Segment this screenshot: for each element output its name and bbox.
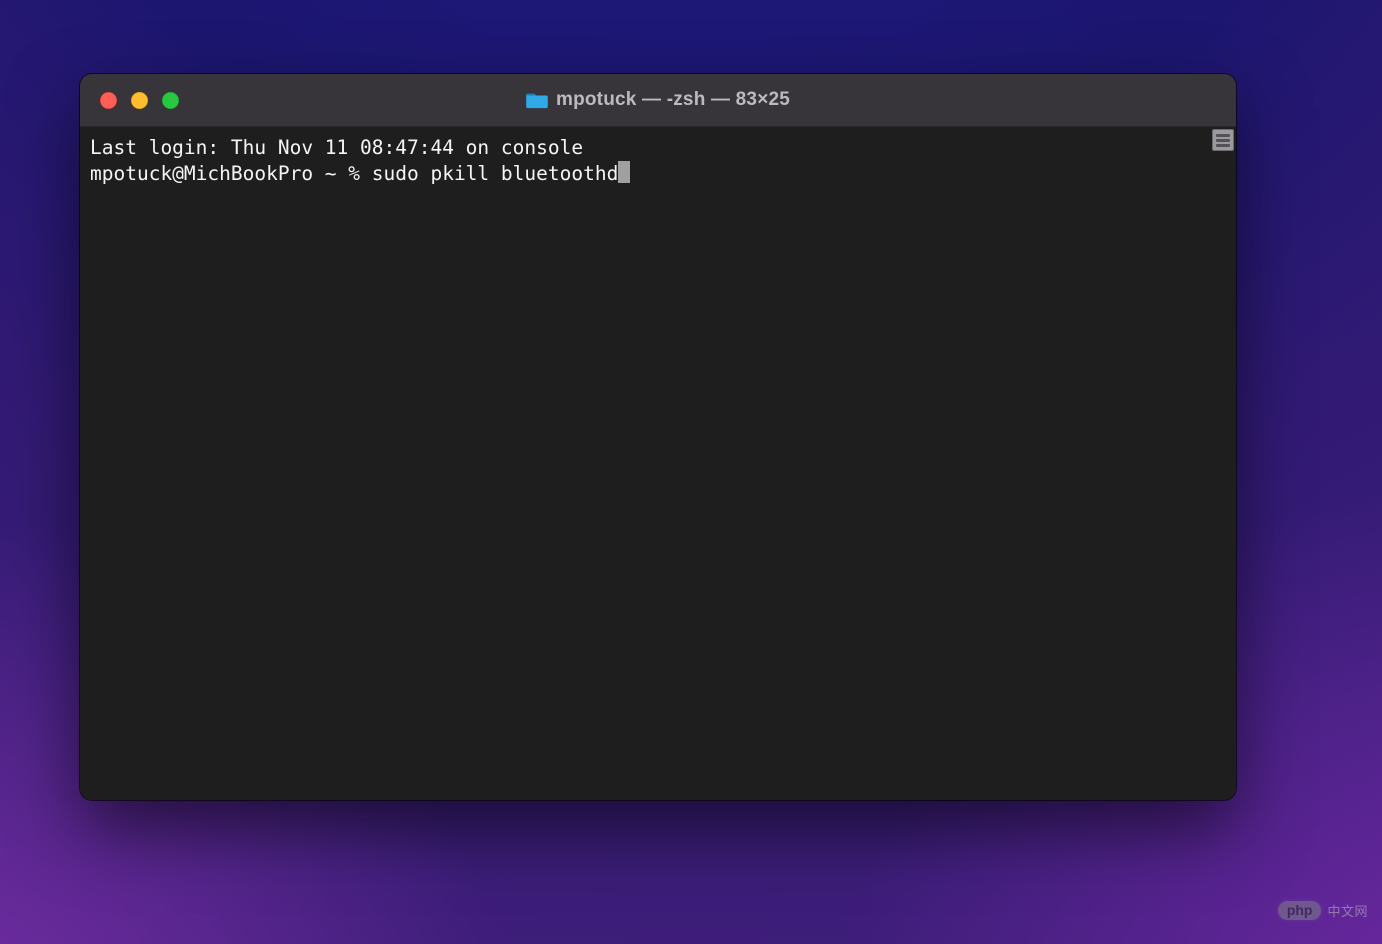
shell-prompt: mpotuck@MichBookPro ~ % <box>90 162 372 185</box>
minimize-button[interactable] <box>131 92 148 109</box>
close-button[interactable] <box>100 92 117 109</box>
text-cursor <box>618 161 630 183</box>
watermark: php 中文网 <box>1278 901 1368 920</box>
terminal-window: mpotuck — -zsh — 83×25 Last login: Thu N… <box>80 74 1236 800</box>
terminal-body[interactable]: Last login: Thu Nov 11 08:47:44 on conso… <box>80 127 1236 800</box>
watermark-pill: php <box>1278 901 1322 920</box>
last-login-line: Last login: Thu Nov 11 08:47:44 on conso… <box>90 136 583 159</box>
window-titlebar[interactable]: mpotuck — -zsh — 83×25 <box>80 74 1236 127</box>
desktop-wallpaper: mpotuck — -zsh — 83×25 Last login: Thu N… <box>0 0 1382 944</box>
zoom-button[interactable] <box>162 92 179 109</box>
folder-icon <box>526 91 548 109</box>
typed-command: sudo pkill bluetoothd <box>372 162 619 185</box>
watermark-text: 中文网 <box>1327 901 1368 920</box>
terminal-output: Last login: Thu Nov 11 08:47:44 on conso… <box>90 135 1232 187</box>
window-title-wrap: mpotuck — -zsh — 83×25 <box>80 89 1236 111</box>
window-title: mpotuck — -zsh — 83×25 <box>556 89 790 111</box>
traffic-lights <box>100 92 179 109</box>
scroll-handle-icon[interactable] <box>1212 129 1234 151</box>
